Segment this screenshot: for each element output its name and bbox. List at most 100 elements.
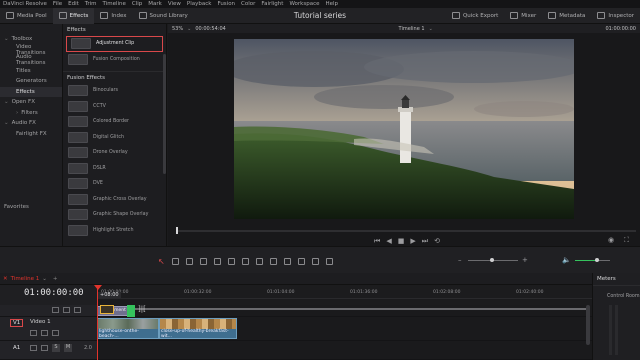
volume-slider-handle[interactable]: [595, 258, 599, 262]
auto-select-icon[interactable]: [63, 307, 70, 313]
inspector-button[interactable]: Inspector: [591, 8, 640, 24]
metadata-button[interactable]: Metadata: [542, 8, 591, 24]
menu-item-color[interactable]: Color: [241, 1, 255, 7]
viewer-scrub-bar[interactable]: [176, 230, 636, 232]
sound-library-button[interactable]: Sound Library: [133, 8, 194, 24]
zoom-in-icon[interactable]: +: [522, 256, 528, 264]
solo-button[interactable]: S: [52, 344, 60, 352]
loop-icon[interactable]: ⟲: [434, 237, 440, 245]
effects-scrollbar[interactable]: [163, 54, 166, 174]
overwrite-clip-icon[interactable]: [228, 258, 235, 265]
selection-tool-icon[interactable]: ↖: [158, 257, 165, 266]
volume-icon[interactable]: 🔈: [562, 256, 571, 264]
replace-clip-icon[interactable]: [242, 258, 249, 265]
effect-binoculars[interactable]: Binoculars: [63, 83, 166, 99]
zoom-slider-handle[interactable]: [490, 258, 494, 262]
clip-breakfast[interactable]: close-up-of-healthy-breakfast-wit...: [159, 318, 237, 339]
color-chip-icon[interactable]: [326, 258, 333, 265]
menu-item-file[interactable]: File: [53, 1, 62, 7]
v1-auto-select-icon[interactable]: [41, 330, 48, 336]
chevron-down-icon[interactable]: ⌄: [187, 26, 191, 32]
toolbox-item-filters[interactable]: › Filters: [0, 108, 62, 119]
timeline-playhead[interactable]: [97, 285, 98, 360]
dynamic-trim-icon[interactable]: [186, 258, 193, 265]
effect-drone-overlay[interactable]: Drone Overlay: [63, 145, 166, 161]
menu-item-timeline[interactable]: Timeline: [103, 1, 126, 7]
effect-graphic-cross-overlay[interactable]: Graphic Cross Overlay: [63, 192, 166, 208]
menu-item-fusion[interactable]: Fusion: [217, 1, 235, 7]
quick-export-button[interactable]: Quick Export: [446, 8, 504, 24]
effect-dve[interactable]: DVE: [63, 176, 166, 192]
effect-cctv[interactable]: CCTV: [63, 99, 166, 115]
menu-item-playback[interactable]: Playback: [187, 1, 212, 7]
effects-button[interactable]: Effects: [52, 7, 95, 24]
v1-lock-icon[interactable]: [30, 330, 37, 336]
toolbox-item-open-fx[interactable]: ⌄ Open FX: [0, 97, 62, 108]
skip-end-icon[interactable]: ⏭: [422, 237, 428, 246]
add-timeline-icon[interactable]: +: [53, 276, 58, 282]
skip-start-icon[interactable]: ⏮: [374, 237, 380, 246]
toolbox-item-titles[interactable]: Titles: [0, 66, 62, 77]
toolbox-item-audio-fx[interactable]: ⌄ Audio FX: [0, 118, 62, 129]
menu-item-mark[interactable]: Mark: [148, 1, 162, 7]
reverse-icon[interactable]: ◀: [386, 237, 391, 245]
timeline-selector[interactable]: Timeline 1: [399, 26, 425, 32]
expand-arrow-icon[interactable]: ›: [16, 110, 18, 116]
trim-tool-icon[interactable]: [172, 258, 179, 265]
menu-item-view[interactable]: View: [168, 1, 181, 7]
insert-clip-icon[interactable]: [214, 258, 221, 265]
menu-item-workspace[interactable]: Workspace: [289, 1, 319, 7]
effect-highlight-stretch[interactable]: Highlight Stretch: [63, 223, 166, 239]
effect-adjustment-clip[interactable]: Adjustment Clip: [66, 36, 163, 52]
expand-arrow-icon[interactable]: ⌄: [4, 120, 9, 126]
viewer-playhead[interactable]: [176, 227, 178, 234]
expand-arrow-icon[interactable]: ⌄: [4, 36, 9, 42]
clip-lighthouse[interactable]: lighthouse-onthe-beach-...: [97, 318, 159, 339]
favorites-label[interactable]: Favorites: [4, 202, 62, 213]
marker-icon[interactable]: [312, 258, 319, 265]
menu-item-edit[interactable]: Edit: [68, 1, 79, 7]
mixer-button[interactable]: Mixer: [504, 8, 542, 24]
play-icon[interactable]: ▶: [410, 237, 415, 245]
enable-track-icon[interactable]: [74, 307, 81, 313]
zoom-out-icon[interactable]: –: [458, 256, 462, 264]
a1-label[interactable]: A1: [13, 345, 20, 351]
menu-item-help[interactable]: Help: [326, 1, 339, 7]
menu-item-davinci-resolve[interactable]: DaVinci Resolve: [3, 1, 47, 7]
mute-button[interactable]: M: [64, 344, 72, 352]
toolbox-item-fairlight-fx[interactable]: Fairlight FX: [0, 129, 62, 140]
snapping-icon[interactable]: [256, 258, 263, 265]
flag-icon[interactable]: [298, 258, 305, 265]
expand-arrow-icon[interactable]: ⌄: [4, 99, 9, 105]
effect-fusion-composition[interactable]: Fusion Composition: [63, 52, 166, 68]
a1-lock-icon[interactable]: [30, 345, 37, 351]
position-lock-icon[interactable]: [284, 258, 291, 265]
linked-selection-icon[interactable]: [270, 258, 277, 265]
effect-digital-glitch[interactable]: Digital Glitch: [63, 130, 166, 146]
toolbox-item-effects[interactable]: Effects: [0, 86, 62, 97]
playhead-handle[interactable]: [94, 285, 102, 290]
toolbox-item-audio-transitions[interactable]: Audio Transitions: [0, 54, 62, 66]
toolbox-item-generators[interactable]: Generators: [0, 76, 62, 87]
menu-item-clip[interactable]: Clip: [132, 1, 142, 7]
match-frame-icon[interactable]: ◉: [608, 236, 614, 244]
blade-tool-icon[interactable]: [200, 258, 207, 265]
timeline-close-icon[interactable]: ✕: [3, 276, 8, 282]
lock-icon[interactable]: [52, 307, 59, 313]
v1-label[interactable]: V1: [10, 319, 24, 327]
zoom-level[interactable]: 53%: [172, 26, 183, 32]
timeline-dropdown-icon[interactable]: ⌄: [429, 26, 433, 32]
effect-colored-border[interactable]: Colored Border: [63, 114, 166, 130]
v1-track-name[interactable]: Video 1: [30, 319, 51, 325]
stop-icon[interactable]: ■: [398, 237, 405, 245]
menu-item-trim[interactable]: Trim: [85, 1, 97, 7]
timeline-tab-dropdown-icon[interactable]: ⌄: [42, 276, 47, 282]
fullscreen-icon[interactable]: ⛶: [624, 236, 629, 245]
timeline-scrollbar[interactable]: [586, 305, 590, 345]
media-pool-button[interactable]: Media Pool: [0, 8, 53, 24]
timeline-tab[interactable]: Timeline 1: [11, 276, 40, 282]
a1-auto-select-icon[interactable]: [41, 345, 48, 351]
timeline-ruler[interactable]: 01:00:00:0001:00:32:0001:01:04:0001:01:3…: [97, 285, 592, 299]
index-button[interactable]: Index: [94, 8, 132, 24]
v1-enable-icon[interactable]: [52, 330, 59, 336]
